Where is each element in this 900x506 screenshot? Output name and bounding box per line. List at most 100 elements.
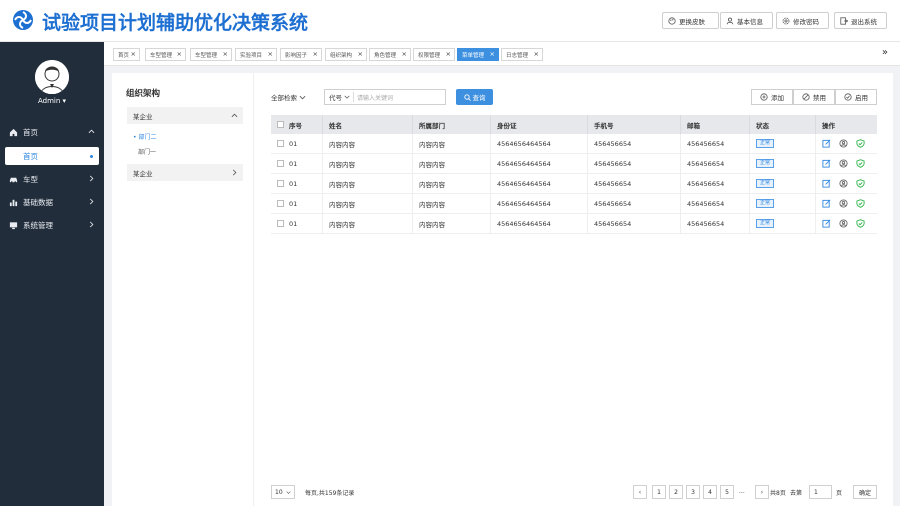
logout-button[interactable]: 退出系统	[834, 12, 887, 29]
basic-info-button[interactable]: 基本信息	[720, 12, 773, 29]
table-row[interactable]: 01 内容内容 内容内容 4564656464564 456456654 45645665…	[271, 214, 877, 234]
close-icon[interactable]: ×	[313, 50, 318, 58]
page-button[interactable]: 2	[669, 485, 683, 499]
table-row[interactable]: 01 内容内容 内容内容 4564656464564 456456654 45645665…	[271, 134, 877, 154]
next-page-button[interactable]: ›	[755, 485, 769, 499]
logout-icon	[840, 16, 848, 25]
table-cell: 4564656464564	[491, 174, 588, 193]
page-size-select[interactable]: 10	[271, 485, 295, 499]
user-circle-icon[interactable]	[839, 139, 848, 148]
row-checkbox[interactable]	[277, 220, 284, 227]
user-circle-icon[interactable]	[839, 179, 848, 188]
page-unit: 页	[836, 490, 843, 497]
shield-check-icon[interactable]	[856, 139, 865, 148]
shield-check-icon[interactable]	[856, 159, 865, 168]
table-row[interactable]: 01 内容内容 内容内容 4564656464564 456456654 45645665…	[271, 154, 877, 174]
status-badge: 正常	[756, 139, 775, 148]
tab-menu-management[interactable]: 菜单管理 ×	[457, 48, 499, 61]
edit-icon[interactable]	[822, 179, 831, 188]
select-all-checkbox[interactable]	[277, 121, 284, 128]
add-button[interactable]: 添加	[751, 89, 793, 105]
edit-icon[interactable]	[822, 199, 831, 208]
close-icon[interactable]: ×	[490, 50, 495, 58]
edit-icon[interactable]	[822, 219, 831, 228]
user-circle-icon[interactable]	[839, 199, 848, 208]
tab-org-structure[interactable]: 组织架构 ×	[325, 48, 367, 61]
tab-permission-management[interactable]: 权限管理 ×	[413, 48, 455, 61]
search-scope-select[interactable]: 全部检索	[271, 92, 306, 102]
sidebar-item-system[interactable]: 系统管理	[0, 215, 104, 235]
row-checkbox[interactable]	[277, 180, 284, 187]
change-password-button[interactable]: 修改密码	[776, 12, 829, 29]
close-icon[interactable]: ×	[223, 50, 228, 58]
double-chevron-right-icon[interactable]: »	[882, 47, 888, 58]
close-icon[interactable]: ×	[402, 50, 407, 58]
page-button[interactable]: 4	[703, 485, 717, 499]
close-icon[interactable]: ×	[358, 50, 363, 58]
table-row[interactable]: 01 内容内容 内容内容 4564656464564 456456654 45645665…	[271, 174, 877, 194]
goto-label: 去第	[790, 490, 803, 497]
shield-check-icon[interactable]	[856, 179, 865, 188]
tab-home[interactable]: 首页 ×	[113, 48, 140, 61]
disable-button[interactable]: 禁用	[793, 89, 835, 105]
goto-confirm-button[interactable]: 确定	[853, 485, 877, 499]
sidebar-item-base-data[interactable]: 基础数据	[0, 192, 104, 212]
caret-down-icon: ▾	[62, 97, 67, 105]
edit-icon[interactable]	[822, 159, 831, 168]
close-icon[interactable]: ×	[446, 50, 451, 58]
bar-chart-icon	[9, 199, 18, 206]
user-table: 序号 姓名 所属部门 身份证 手机号 邮箱 状态 操作 01 内容内容 内容内容 45…	[271, 115, 877, 234]
tab-impact-factor[interactable]: 影响因子 ×	[280, 48, 322, 61]
tab-role-management[interactable]: 角色管理 ×	[369, 48, 411, 61]
tab-log-management[interactable]: 日志管理 ×	[501, 48, 543, 61]
row-checkbox[interactable]	[277, 160, 284, 167]
search-button[interactable]: 查询	[456, 89, 493, 105]
table-cell: 内容内容	[323, 194, 413, 213]
page-button[interactable]: 3	[686, 485, 700, 499]
table-row[interactable]: 01 内容内容 内容内容 4564656464564 456456654 45645665…	[271, 194, 877, 214]
sidebar-item-car[interactable]: 车型	[0, 169, 104, 189]
edit-icon[interactable]	[822, 139, 831, 148]
sidebar-subitem-home[interactable]: 首页	[5, 147, 99, 165]
cell-index: 01	[271, 134, 323, 153]
cell-status: 正常	[750, 134, 816, 153]
monitor-icon	[9, 221, 18, 229]
user-circle-icon[interactable]	[839, 219, 848, 228]
page-button[interactable]: 5	[720, 485, 734, 499]
table-cell: 456456654	[588, 174, 681, 193]
shield-check-icon[interactable]	[856, 199, 865, 208]
user-circle-icon[interactable]	[839, 159, 848, 168]
enable-button[interactable]: 启用	[835, 89, 877, 105]
cell-actions	[816, 194, 877, 213]
avatar[interactable]	[35, 60, 69, 94]
page-button[interactable]: 1	[652, 485, 666, 499]
close-icon[interactable]: ×	[177, 50, 182, 58]
search-input[interactable]: 请输入关键词	[357, 93, 393, 102]
tab-car-management-2[interactable]: 车型管理 ×	[190, 48, 232, 61]
org-company-expanded[interactable]: 某企业	[127, 107, 243, 124]
org-dept[interactable]: 部门一	[138, 147, 156, 156]
row-checkbox[interactable]	[277, 200, 284, 207]
row-checkbox[interactable]	[277, 140, 284, 147]
org-company-collapsed[interactable]: 某企业	[127, 164, 243, 181]
shield-check-icon[interactable]	[856, 219, 865, 228]
org-panel: 组织架构 某企业 • 部门二 部门一 某企业	[112, 73, 254, 506]
close-icon[interactable]: ×	[268, 50, 273, 58]
chevron-up-icon	[88, 129, 95, 134]
header-cell: 手机号	[588, 115, 681, 134]
sidebar-item-home[interactable]: 首页	[0, 122, 104, 142]
table-cell: 内容内容	[323, 134, 413, 153]
admin-dropdown[interactable]: Admin ▾	[0, 97, 104, 105]
prev-page-button[interactable]: ‹	[633, 485, 647, 499]
change-skin-button[interactable]: 更换皮肤	[662, 12, 719, 29]
chevron-left-icon: ‹	[638, 488, 642, 496]
tab-test-project[interactable]: 实验项目 ×	[235, 48, 277, 61]
goto-page-input[interactable]: 1	[809, 485, 832, 499]
org-dept-selected[interactable]: • 部门二	[133, 132, 156, 141]
close-icon[interactable]: ×	[534, 50, 539, 58]
search-field-select[interactable]: 代号	[325, 92, 350, 102]
home-icon	[9, 128, 18, 136]
close-icon[interactable]: ×	[131, 50, 136, 58]
tab-car-management[interactable]: 车型管理 ×	[145, 48, 186, 61]
cell-status: 正常	[750, 194, 816, 213]
